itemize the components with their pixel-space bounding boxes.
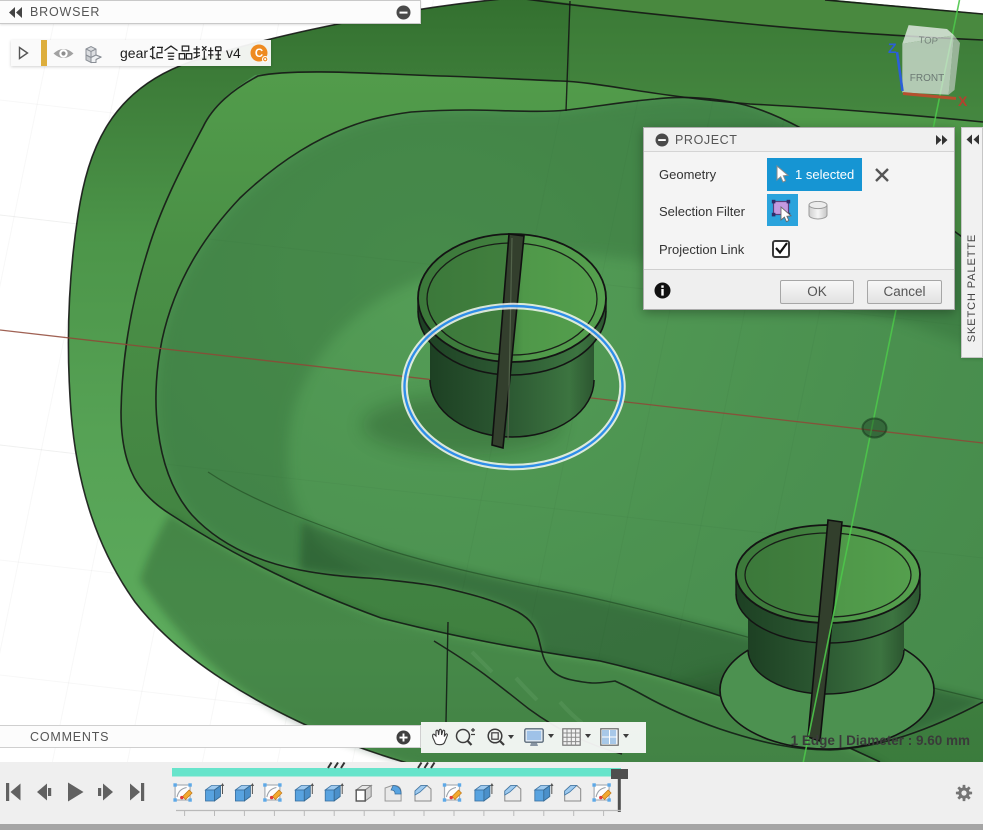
- svg-text:gear: gear: [120, 45, 148, 61]
- svg-text:C: C: [255, 48, 263, 60]
- svg-text:FRONT: FRONT: [910, 73, 944, 84]
- svg-text:X: X: [958, 93, 968, 109]
- svg-text:v4: v4: [226, 45, 241, 61]
- svg-text:Z: Z: [888, 40, 897, 56]
- svg-text:TOP: TOP: [918, 35, 938, 47]
